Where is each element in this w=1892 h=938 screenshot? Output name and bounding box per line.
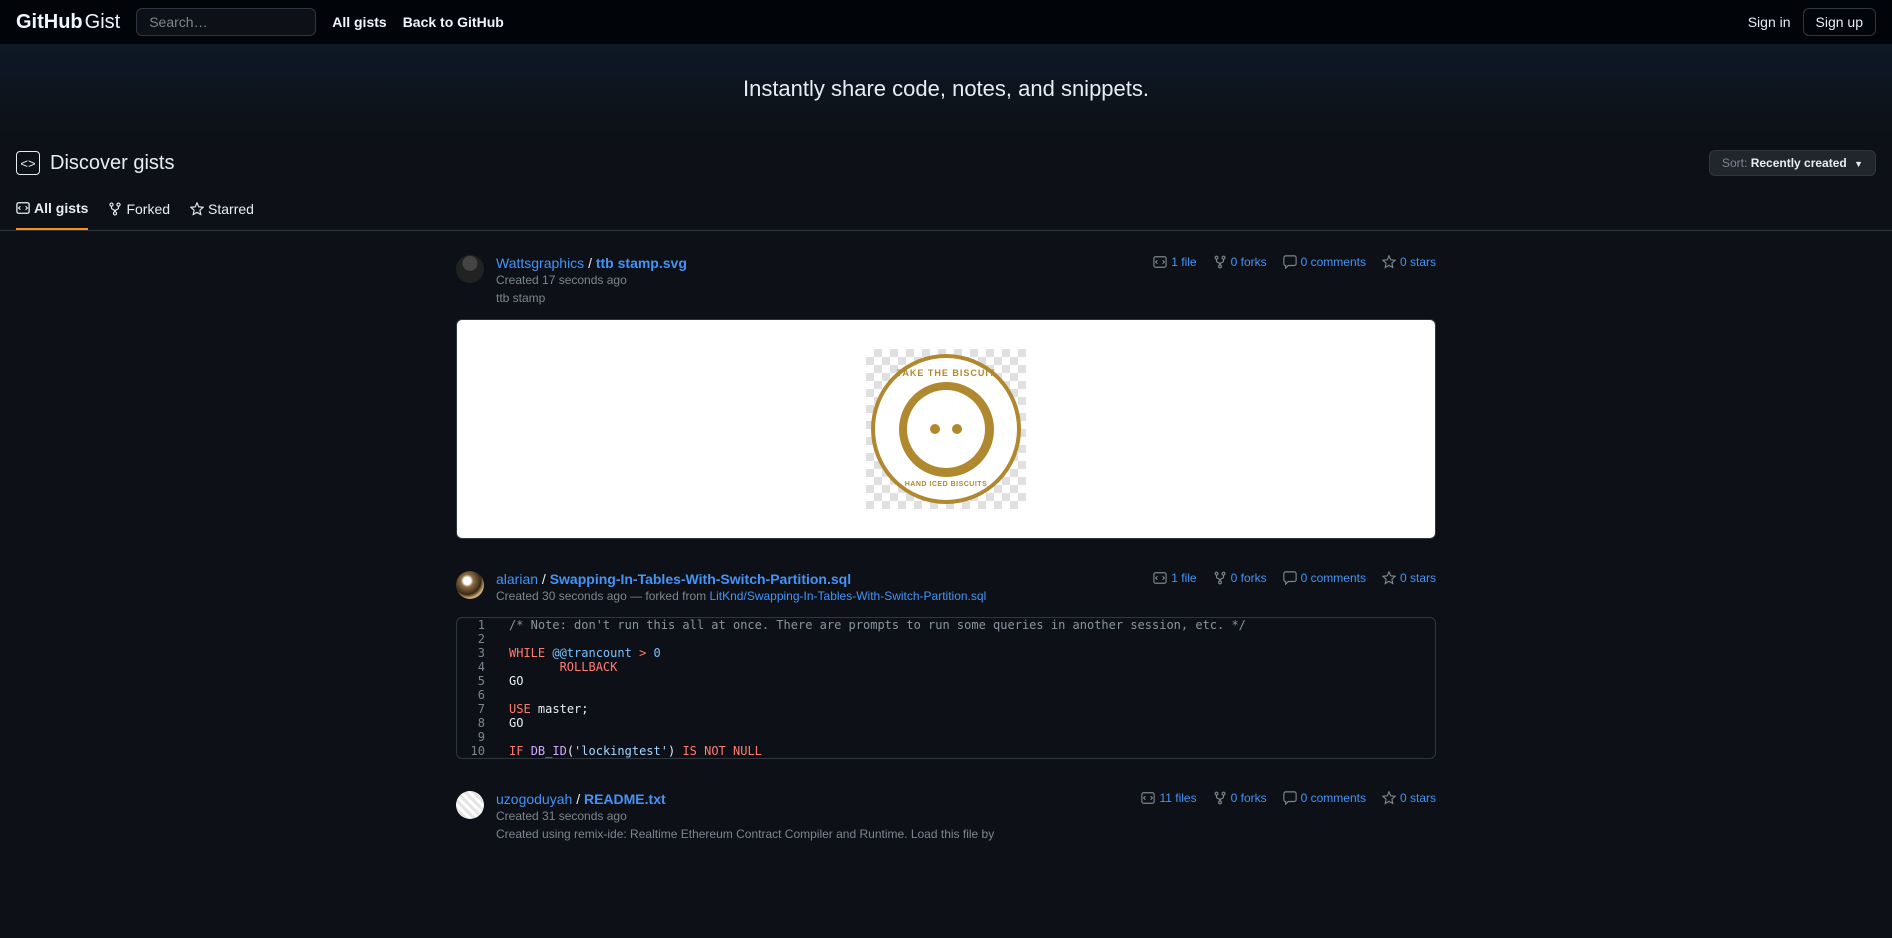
tab-starred[interactable]: Starred xyxy=(190,192,254,230)
header-left: GitHub Gist All gists Back to GitHub xyxy=(16,8,504,36)
stat-forks-text: 0 forks xyxy=(1231,791,1267,805)
sign-in-link[interactable]: Sign in xyxy=(1748,14,1791,30)
gist-user-link[interactable]: uzogoduyah xyxy=(496,791,572,807)
sign-up-button[interactable]: Sign up xyxy=(1803,8,1876,36)
separator: / xyxy=(576,791,584,807)
gist-stats: 11 files 0 forks 0 comments 0 stars xyxy=(1141,791,1436,805)
stat-stars[interactable]: 0 stars xyxy=(1382,791,1436,805)
avatar[interactable] xyxy=(456,571,484,599)
gist-file-link[interactable]: ttb stamp.svg xyxy=(596,255,687,271)
logo-bold: GitHub xyxy=(16,11,83,34)
gist-preview-code[interactable]: 1/* Note: don't run this all at once. Th… xyxy=(456,617,1436,759)
stamp-text-top: TAKE THE BISCUIT xyxy=(897,368,996,378)
stat-comments-text: 0 comments xyxy=(1301,571,1366,585)
tabs: All gists Forked Starred xyxy=(0,192,1892,231)
logo-light: Gist xyxy=(85,11,121,34)
stat-files-text: 1 file xyxy=(1171,255,1196,269)
gist-file-link[interactable]: README.txt xyxy=(584,791,666,807)
line-number: 6 xyxy=(457,688,497,702)
line-number: 3 xyxy=(457,646,497,660)
separator: / xyxy=(588,255,596,271)
code-icon xyxy=(16,201,30,215)
gist-created: Created 17 seconds ago xyxy=(496,273,687,287)
stat-forks[interactable]: 0 forks xyxy=(1213,255,1267,269)
stat-comments-text: 0 comments xyxy=(1301,791,1366,805)
gist-item: uzogoduyah / README.txt Created 31 secon… xyxy=(456,791,1436,841)
avatar[interactable] xyxy=(456,255,484,283)
repo-forked-icon xyxy=(108,202,122,216)
stat-stars-text: 0 stars xyxy=(1400,571,1436,585)
nav-back-to-github[interactable]: Back to GitHub xyxy=(403,14,504,30)
stat-stars-text: 0 stars xyxy=(1400,255,1436,269)
stat-files-text: 1 file xyxy=(1171,571,1196,585)
nav-all-gists[interactable]: All gists xyxy=(332,14,386,30)
tab-forked[interactable]: Forked xyxy=(108,192,170,230)
stat-stars-text: 0 stars xyxy=(1400,791,1436,805)
stat-files[interactable]: 1 file xyxy=(1153,571,1196,585)
stat-forks[interactable]: 0 forks xyxy=(1213,791,1267,805)
gist-item: Wattsgraphics / ttb stamp.svg Created 17… xyxy=(456,255,1436,539)
stat-forks-text: 0 forks xyxy=(1231,571,1267,585)
stat-comments[interactable]: 0 comments xyxy=(1283,255,1366,269)
avatar[interactable] xyxy=(456,791,484,819)
gist-header: alarian / Swapping-In-Tables-With-Switch… xyxy=(456,571,1436,603)
header-right: Sign in Sign up xyxy=(1748,8,1876,36)
gist-created: Created 31 seconds ago xyxy=(496,809,994,823)
search-input[interactable] xyxy=(136,8,316,36)
hero-text: Instantly share code, notes, and snippet… xyxy=(743,76,1149,101)
line-number: 9 xyxy=(457,730,497,744)
tab-all-gists[interactable]: All gists xyxy=(16,192,88,230)
gist-stats: 1 file 0 forks 0 comments 0 stars xyxy=(1153,571,1436,585)
gist-description: ttb stamp xyxy=(496,291,687,305)
gist-created: Created 30 seconds ago — forked from Lit… xyxy=(496,589,986,603)
header: GitHub Gist All gists Back to GitHub Sig… xyxy=(0,0,1892,44)
line-number: 7 xyxy=(457,702,497,716)
stat-files[interactable]: 1 file xyxy=(1153,255,1196,269)
biscuit-stamp-image: TAKE THE BISCUIT HAND ICED BISCUITS xyxy=(866,349,1026,509)
star-icon xyxy=(190,202,204,216)
line-number: 8 xyxy=(457,716,497,730)
stat-comments[interactable]: 0 comments xyxy=(1283,791,1366,805)
gist-preview-svg[interactable]: TAKE THE BISCUIT HAND ICED BISCUITS xyxy=(456,319,1436,539)
code-square-icon: <> xyxy=(16,151,40,175)
line-number: 4 xyxy=(457,660,497,674)
fork-source-link[interactable]: LitKnd/Swapping-In-Tables-With-Switch-Pa… xyxy=(709,589,986,603)
header-nav: All gists Back to GitHub xyxy=(332,14,504,30)
line-number: 2 xyxy=(457,632,497,646)
subhead: <> Discover gists Sort: Recently created… xyxy=(0,134,1892,192)
line-number: 1 xyxy=(457,618,497,632)
stat-forks[interactable]: 0 forks xyxy=(1213,571,1267,585)
hero: Instantly share code, notes, and snippet… xyxy=(0,44,1892,134)
sort-label: Sort: xyxy=(1722,156,1747,170)
stat-comments-text: 0 comments xyxy=(1301,255,1366,269)
gist-user-link[interactable]: Wattsgraphics xyxy=(496,255,584,271)
line-number: 10 xyxy=(457,744,497,758)
sort-button[interactable]: Sort: Recently created ▼ xyxy=(1709,150,1876,176)
stamp-text-bottom: HAND ICED BISCUITS xyxy=(905,481,988,488)
gist-stats: 1 file 0 forks 0 comments 0 stars xyxy=(1153,255,1436,269)
stat-files[interactable]: 11 files xyxy=(1141,791,1196,805)
subhead-left: <> Discover gists xyxy=(16,151,174,175)
stat-stars[interactable]: 0 stars xyxy=(1382,255,1436,269)
sort-value: Recently created xyxy=(1751,156,1847,170)
stat-comments[interactable]: 0 comments xyxy=(1283,571,1366,585)
stat-forks-text: 0 forks xyxy=(1231,255,1267,269)
gist-header: Wattsgraphics / ttb stamp.svg Created 17… xyxy=(456,255,1436,305)
gist-list: Wattsgraphics / ttb stamp.svg Created 17… xyxy=(440,231,1452,897)
tab-all-label: All gists xyxy=(34,200,88,216)
page-title: Discover gists xyxy=(50,152,174,175)
stat-files-text: 11 files xyxy=(1159,791,1196,805)
tab-starred-label: Starred xyxy=(208,201,254,217)
gist-item: alarian / Swapping-In-Tables-With-Switch… xyxy=(456,571,1436,759)
gist-user-link[interactable]: alarian xyxy=(496,571,538,587)
gist-description: Created using remix-ide: Realtime Ethere… xyxy=(496,827,994,841)
tab-forked-label: Forked xyxy=(126,201,170,217)
logo[interactable]: GitHub Gist xyxy=(16,11,120,34)
separator: / xyxy=(542,571,550,587)
gist-header: uzogoduyah / README.txt Created 31 secon… xyxy=(456,791,1436,841)
chevron-down-icon: ▼ xyxy=(1854,159,1863,169)
gist-file-link[interactable]: Swapping-In-Tables-With-Switch-Partition… xyxy=(550,571,851,587)
line-number: 5 xyxy=(457,674,497,688)
stat-stars[interactable]: 0 stars xyxy=(1382,571,1436,585)
